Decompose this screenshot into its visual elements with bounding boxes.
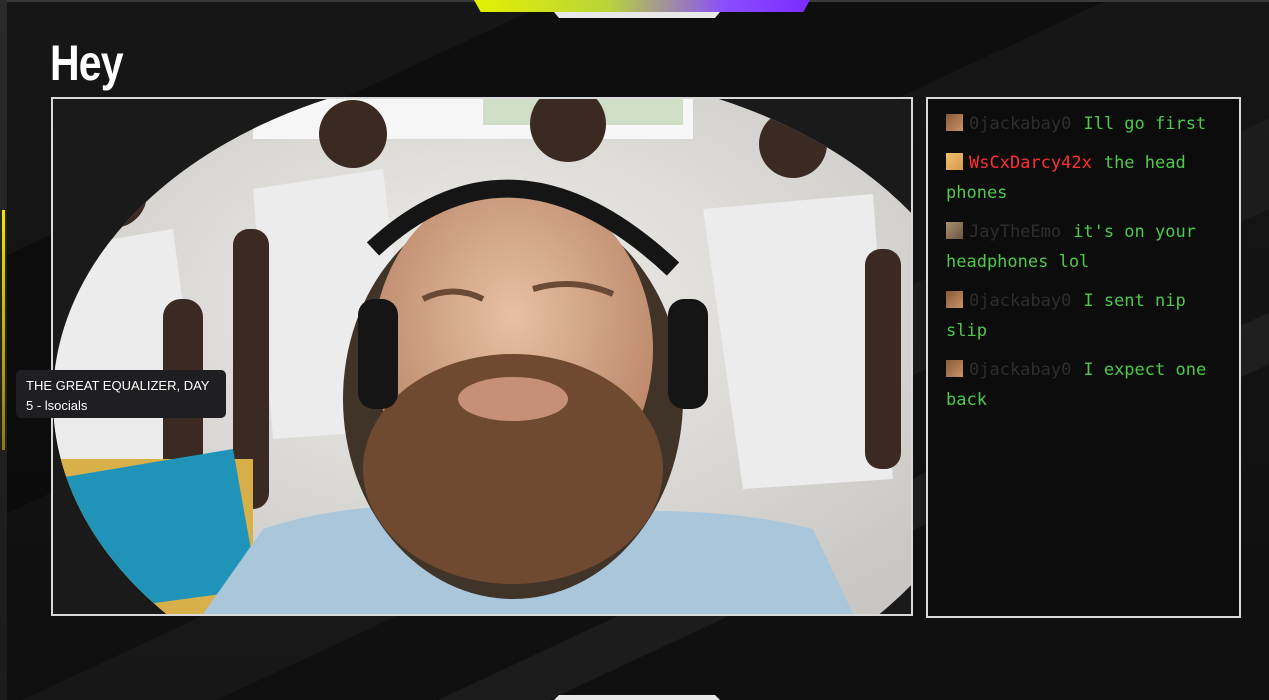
chat-message: JayTheEmo it's on your headphones lol	[946, 217, 1223, 277]
chat-username: JayTheEmo	[969, 222, 1062, 242]
chat-message: 0jackabay0 I expect one back	[946, 355, 1223, 415]
chat-username: 0jackabay0	[969, 291, 1072, 311]
chat-message: WsCxDarcy42x the head phones	[946, 148, 1223, 208]
top-white-bar	[554, 12, 720, 18]
user-avatar-icon	[946, 360, 963, 377]
user-avatar-icon	[946, 222, 963, 239]
user-avatar-icon	[946, 291, 963, 308]
chat-username: WsCxDarcy42x	[969, 153, 1092, 173]
user-avatar-icon	[946, 114, 963, 131]
left-accent-stripe	[2, 210, 5, 450]
chat-panel[interactable]: 0jackabay0 Ill go first WsCxDarcy42x the h…	[926, 97, 1241, 618]
left-edge-bar	[0, 0, 7, 700]
chat-username: 0jackabay0	[969, 114, 1072, 134]
webcam-video-frame[interactable]	[51, 97, 913, 616]
chat-message: 0jackabay0 Ill go first	[946, 109, 1223, 139]
top-gradient-accent	[474, 0, 810, 12]
webcam-feed-image	[53, 99, 911, 614]
chat-username: 0jackabay0	[969, 360, 1072, 380]
chat-text: Ill go first	[1083, 114, 1207, 134]
chat-message: 0jackabay0 I sent nip slip	[946, 286, 1223, 346]
user-avatar-icon	[946, 153, 963, 170]
overlay-title: Hey	[50, 35, 124, 91]
bottom-white-bar	[554, 695, 720, 700]
stream-title-tooltip: THE GREAT EQUALIZER, DAY 5 - lsocials	[16, 370, 226, 418]
